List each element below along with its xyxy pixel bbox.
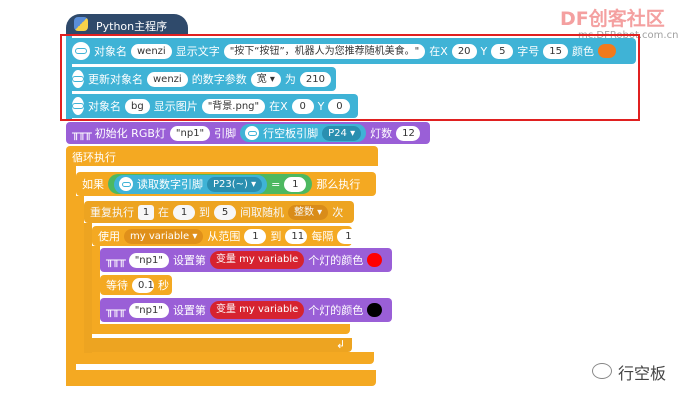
variable-dropdown[interactable]: my variable ▾	[124, 228, 204, 244]
init-rgb-block[interactable]: ╥╥╥ 初始化 RGB灯 "np1" 引脚 行空板引脚 P24 ▾ 灯数 12	[66, 122, 430, 144]
set-led-color-block[interactable]: ╥╥╥ "np1" 设置第 变量 my variable 个灯的颜色	[100, 248, 392, 272]
repeat-spine	[84, 223, 92, 353]
loop-bottom	[66, 370, 376, 386]
step-field[interactable]: 1	[337, 228, 360, 244]
pin-dropdown[interactable]: P24 ▾	[322, 125, 362, 141]
highlight-box	[60, 34, 640, 121]
label: 在	[158, 206, 169, 219]
led-name-field[interactable]: "np1"	[128, 302, 169, 318]
set-led-color-block[interactable]: ╥╥╥ "np1" 设置第 变量 my variable 个灯的颜色	[100, 298, 392, 322]
label: 灯数	[370, 127, 393, 140]
label: 设置第	[172, 304, 206, 317]
led-count-field[interactable]: 12	[396, 125, 420, 141]
for-bottom	[92, 324, 350, 334]
to-field[interactable]: 11	[285, 228, 308, 244]
condition-sub-block[interactable]: 读取数字引脚 P23(~) ▾ = 1	[108, 174, 313, 194]
rgb-led-icon: ╥╥╥	[106, 303, 126, 317]
pin-dropdown[interactable]: P23(~) ▾	[207, 176, 263, 192]
led-name-field[interactable]: "np1"	[128, 252, 169, 268]
label: 初始化 RGB灯	[94, 127, 166, 140]
if-spine	[76, 196, 84, 364]
rgb-led-icon: ╥╥╥	[106, 253, 126, 267]
label: 使用	[98, 230, 120, 243]
from-field[interactable]: 1	[173, 204, 195, 220]
python-logo-icon	[74, 17, 88, 31]
if-block[interactable]: 如果 读取数字引脚 P23(~) ▾ = 1 那么执行	[76, 172, 376, 196]
equals-label: =	[271, 177, 281, 191]
variable-reporter[interactable]: 变量 my variable	[209, 301, 305, 319]
label: 那么执行	[316, 178, 361, 191]
label: 个灯的颜色	[308, 304, 364, 317]
label: 秒	[158, 279, 169, 292]
led-name-field[interactable]: "np1"	[169, 125, 211, 141]
compare-value-field[interactable]: 1	[284, 176, 307, 192]
footer-text: 行空板	[618, 364, 667, 383]
to-field[interactable]: 5	[214, 204, 236, 220]
loop-block[interactable]: 循环执行	[66, 146, 378, 166]
label: 等待	[106, 279, 128, 292]
label: 间取随机	[240, 206, 284, 219]
label: 每隔	[311, 230, 334, 243]
label: 到	[199, 206, 210, 219]
label: 引脚	[214, 127, 237, 140]
label: 如果	[82, 178, 104, 191]
label: 个灯的颜色	[308, 254, 364, 267]
for-range-block[interactable]: 使用 my variable ▾ 从范围 1 到 11 每隔 1	[92, 226, 360, 246]
label: 读取数字引脚	[137, 178, 203, 191]
from-field[interactable]: 1	[244, 228, 267, 244]
if-bottom	[76, 352, 374, 364]
watermark-brand: DF创客社区	[560, 8, 665, 30]
unihiker-icon	[119, 177, 133, 191]
unihiker-icon	[245, 126, 260, 140]
loop-spine	[66, 166, 76, 386]
color-picker[interactable]	[367, 303, 382, 317]
label: 行空板引脚	[263, 127, 319, 140]
label: 设置第	[172, 254, 206, 267]
wait-seconds-field[interactable]: 0.1	[132, 277, 154, 293]
loop-label: 循环执行	[72, 151, 116, 164]
repeat-arrow-icon: ↲	[336, 338, 346, 351]
repeat-block[interactable]: 重复执行 1 在 1 到 5 间取随机 整数 ▾ 次	[84, 201, 354, 223]
label: 重复执行	[90, 206, 134, 219]
label: 从范围	[207, 230, 241, 243]
wait-block[interactable]: 等待 0.1 秒	[100, 275, 172, 295]
label: 到	[270, 230, 282, 243]
variable-reporter[interactable]: 变量 my variable	[209, 251, 305, 269]
read-pin-sub-block[interactable]: 读取数字引脚 P23(~) ▾	[114, 174, 268, 194]
rgb-led-icon: ╥╥╥	[72, 126, 92, 140]
type-dropdown[interactable]: 整数 ▾	[288, 204, 329, 220]
start-block[interactable]: Python主程序开始	[66, 14, 188, 49]
pin-sub-block[interactable]: 行空板引脚 P24 ▾	[240, 124, 367, 142]
for-spine	[92, 246, 100, 334]
wechat-icon	[592, 363, 612, 379]
random-icon: 1	[138, 204, 154, 220]
label: 次	[332, 206, 344, 219]
color-picker[interactable]	[367, 253, 382, 267]
repeat-bottom	[84, 338, 352, 352]
